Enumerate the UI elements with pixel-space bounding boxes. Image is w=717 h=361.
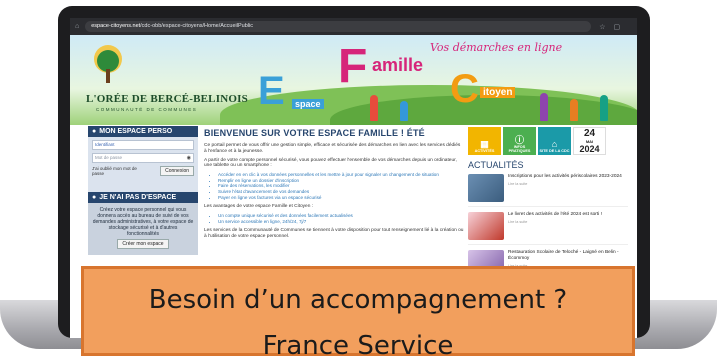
cdc-site-tile[interactable]: ⌂ SITE DE LA CDC — [538, 127, 571, 155]
tile-label: INFOS PRATIQUES — [508, 145, 531, 153]
features-list: Accéder en en clic à vos données personn… — [204, 172, 464, 200]
banner-letter-e: E — [258, 69, 285, 113]
user-icon: ● — [92, 128, 97, 135]
read-more-link[interactable]: Lire la suite — [508, 182, 622, 186]
news-title[interactable]: Le livret des activités de l'été 2024 es… — [508, 212, 602, 218]
banner-letter-c: C — [450, 67, 479, 111]
info-tile[interactable]: ⓘ INFOS PRATIQUES — [503, 127, 536, 155]
url-host: espace-citoyens.net — [91, 23, 141, 29]
news-thumbnail — [468, 212, 504, 240]
tile-label: SITE DE LA CDC — [539, 149, 570, 153]
perso-panel-title: ● MON ESPACE PERSO — [88, 126, 198, 137]
read-more-link[interactable]: Lire la suite — [508, 220, 602, 224]
address-bar[interactable]: espace-citoyens.net/cdc-obb/espace-citoy… — [85, 21, 592, 32]
password-placeholder: Mot de passe — [95, 155, 123, 160]
identifiant-field[interactable]: Identifiant — [92, 140, 194, 150]
news-heading: ACTUALITÉS — [468, 160, 524, 170]
forgot-password-link[interactable]: J'ai oublié mon mot de passe — [92, 166, 142, 176]
services-paragraph: Les services de la Communauté de Commune… — [204, 228, 464, 239]
info-icon: ⓘ — [514, 135, 524, 145]
url-path: /cdc-obb/espace-citoyens/Home/AccueilPub… — [140, 23, 253, 29]
activities-tile[interactable]: ▦ ACTIVITÉS — [468, 127, 501, 155]
quick-links: ▦ ACTIVITÉS ⓘ INFOS PRATIQUES ⌂ SITE DE … — [468, 127, 628, 155]
tab-icon[interactable]: ▢ — [614, 23, 621, 31]
no-space-title-text: JE N'AI PAS D'ESPACE — [99, 194, 177, 201]
news-item[interactable]: Inscriptions pour les activités périscol… — [468, 174, 628, 207]
date-year: 2024 — [579, 143, 600, 154]
user-plus-icon: ● — [92, 194, 97, 201]
no-space-panel: Créez votre espace personnel qui vous do… — [88, 203, 198, 255]
advantages-heading: Les avantages de votre espace Famille et… — [204, 204, 314, 210]
create-space-button[interactable]: Créer mon espace — [117, 239, 169, 249]
news-title[interactable]: Restauration Scolaire de Teloché - Laign… — [508, 250, 628, 262]
list-item[interactable]: Accéder en en clic à vos données personn… — [218, 172, 464, 178]
no-space-panel-title: ● JE N'AI PAS D'ESPACE — [88, 192, 198, 203]
site-banner: L'ORÉE DE BERCÉ-BELINOIS COMMUNAUTÉ DE C… — [70, 35, 637, 125]
person-illustration — [570, 99, 578, 121]
support-banner: Besoin d’un accompagnement ? France Serv… — [81, 266, 635, 361]
banner-word-espace: space — [292, 99, 324, 109]
person-illustration — [400, 101, 408, 121]
list-item[interactable]: Payer en ligne vos factures via un espac… — [218, 195, 464, 201]
news-item[interactable]: Le livret des activités de l'été 2024 es… — [468, 212, 628, 245]
home-icon: ⌂ — [551, 139, 558, 149]
banner-word-famille: amille — [372, 55, 424, 75]
tile-label: ACTIVITÉS — [474, 149, 495, 153]
logo-name[interactable]: L'ORÉE DE BERCÉ-BELINOIS — [86, 93, 248, 105]
news-title[interactable]: Inscriptions pour les activités périscol… — [508, 174, 622, 180]
person-illustration — [540, 93, 548, 121]
page-title: BIENVENUE SUR VOTRE ESPACE FAMILLE ! ÉTÉ — [204, 128, 425, 138]
browser-toolbar: ⌂ espace-citoyens.net/cdc-obb/espace-cit… — [70, 18, 637, 35]
list-item: Un service accessible en ligne, 24h/24, … — [218, 219, 464, 225]
login-form: Identifiant Mot de passe ◉ J'ai oublié mo… — [88, 137, 198, 192]
calendar-icon: ▦ — [480, 139, 489, 149]
date-tile: 24 MAI 2024 — [573, 127, 606, 155]
news-thumbnail — [468, 174, 504, 202]
logo-tree-icon — [94, 45, 122, 83]
eye-icon[interactable]: ◉ — [187, 154, 191, 162]
banner-slogan: Vos démarches en ligne — [430, 41, 563, 54]
intro-paragraph: Ce portail permet de vous offrir une ges… — [204, 143, 461, 154]
person-illustration — [370, 95, 378, 121]
date-day: 24 — [583, 127, 596, 139]
logo-subtitle: COMMUNAUTÉ DE COMMUNES — [96, 107, 198, 112]
support-banner-question: Besoin d’un accompagnement ? — [148, 285, 568, 315]
person-illustration — [600, 95, 608, 121]
banner-letter-f: F — [338, 40, 368, 93]
perso-title-text: MON ESPACE PERSO — [99, 128, 173, 135]
advantages-list: Un compte unique sécurisé et des données… — [204, 213, 464, 224]
site-info-icon[interactable]: ⌂ — [75, 23, 79, 30]
intro-paragraph-2: A partir de votre compte personnel sécur… — [204, 157, 457, 169]
support-banner-service: France Service — [262, 331, 454, 361]
banner-word-citoyen: itoyen — [480, 87, 516, 98]
no-space-description: Créez votre espace personnel qui vous do… — [92, 207, 194, 237]
password-field[interactable]: Mot de passe ◉ — [92, 153, 194, 163]
star-icon[interactable]: ☆ — [599, 23, 605, 31]
connect-button[interactable]: Connexion — [160, 166, 194, 176]
